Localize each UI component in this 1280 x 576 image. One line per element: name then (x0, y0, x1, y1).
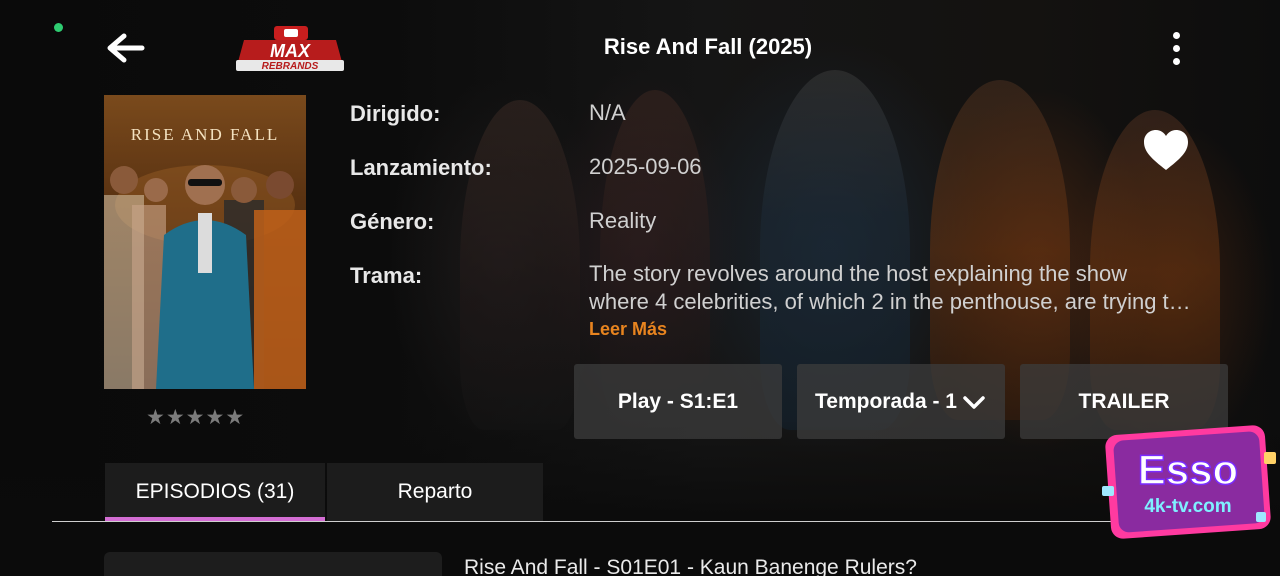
tabs-divider (52, 521, 1228, 522)
star-icon[interactable]: ★ (205, 405, 224, 430)
app-logo: MAX REBRANDS (234, 24, 346, 72)
episode-thumbnail[interactable] (104, 552, 442, 576)
star-icon[interactable]: ★ (225, 405, 244, 430)
star-rating[interactable]: ★★★★★ (146, 405, 264, 431)
release-value: 2025-09-06 (589, 154, 702, 179)
page-title: Rise And Fall (2025) (603, 34, 813, 59)
episode-title[interactable]: Rise And Fall - S01E01 - Kaun Banenge Ru… (464, 556, 917, 576)
director-label: Dirigido: (350, 101, 441, 126)
play-button[interactable]: Play - S1:E1 (574, 364, 782, 439)
plot-text: The story revolves around the host expla… (589, 260, 1229, 316)
plot-label: Trama: (350, 263, 423, 288)
tab-episodes[interactable]: EPISODIOS (31) (105, 463, 325, 521)
play-button-label: Play - S1:E1 (617, 389, 739, 413)
logo-subtext: REBRANDS (262, 61, 319, 72)
season-select-button[interactable]: Temporada - 1 (797, 364, 1005, 439)
backdrop-figure-left (460, 100, 580, 430)
more-options-button[interactable] (1162, 28, 1190, 68)
more-vertical-icon (1162, 32, 1190, 65)
star-icon[interactable]: ★ (166, 405, 185, 430)
back-button[interactable] (104, 32, 146, 64)
plot-line: where 4 celebrities, of which 2 in the p… (589, 289, 1191, 314)
trailer-button-label: TRAILER (1078, 389, 1170, 413)
plot-line: The story revolves around the host expla… (589, 261, 1128, 286)
heart-icon (1144, 130, 1188, 170)
star-icon[interactable]: ★ (186, 405, 205, 430)
poster-image: RISE AND FALL (104, 95, 306, 389)
watermark-logo: Esso 4k-tv.com (1096, 424, 1280, 544)
status-dot (54, 23, 63, 32)
arrow-left-icon (107, 33, 145, 63)
watermark-brand: Esso (1138, 446, 1238, 493)
genre-value: Reality (589, 208, 657, 233)
release-label: Lanzamiento: (350, 155, 492, 180)
season-select-label: Temporada - 1 (815, 389, 957, 413)
tab-episodes-label: EPISODIOS (31) (135, 480, 295, 503)
genre-label: Género: (350, 209, 435, 234)
chevron-down-icon (963, 395, 985, 409)
watermark-site: 4k-tv.com (1144, 496, 1231, 517)
tab-cast-label: Reparto (397, 480, 473, 503)
star-icon[interactable]: ★ (146, 405, 165, 430)
favorite-button[interactable] (1142, 128, 1190, 172)
logo-text: MAX (270, 41, 311, 61)
director-value: N/A (589, 100, 626, 125)
tab-cast[interactable]: Reparto (327, 463, 543, 521)
read-more-link[interactable]: Leer Más (589, 319, 667, 340)
